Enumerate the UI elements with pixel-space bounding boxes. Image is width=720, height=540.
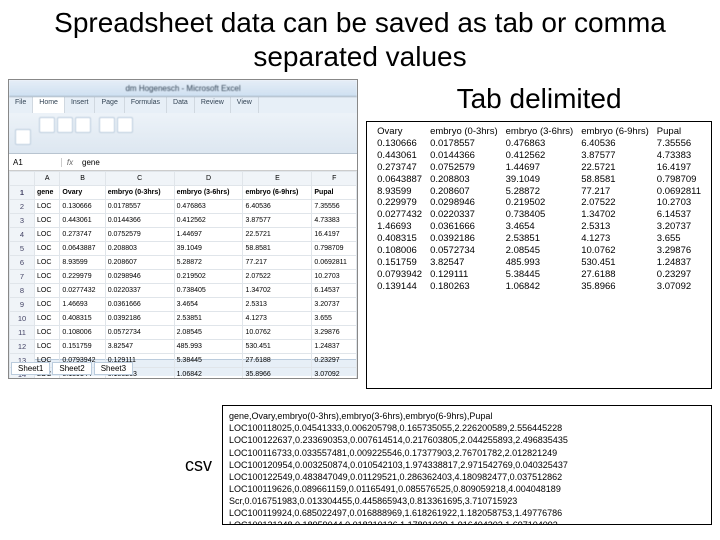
tab-delimited-label: Tab delimited: [366, 79, 712, 121]
excel-ribbon: FileHomeInsertPageFormulasDataReviewView: [9, 97, 357, 154]
sheet-tab[interactable]: Sheet3: [94, 362, 133, 375]
spreadsheet-grid[interactable]: ABCDEF1geneOvaryembryo (0-3hrs)embryo (3…: [9, 171, 357, 359]
ribbon-tab[interactable]: Home: [33, 97, 65, 113]
slide-title: Spreadsheet data can be saved as tab or …: [8, 4, 712, 79]
csv-line: LOC100122549,0.483847049,0.01129521,0.28…: [229, 471, 705, 483]
ribbon-tab[interactable]: Review: [195, 97, 231, 113]
ribbon-tab[interactable]: Page: [95, 97, 124, 113]
ribbon-tab[interactable]: File: [9, 97, 33, 113]
csv-line: LOC100119626,0.089661159,0.01165491,0.08…: [229, 483, 705, 495]
csv-label: csv: [8, 455, 216, 476]
csv-box: gene,Ovary,embryo(0-3hrs),embryo(3-6hrs)…: [222, 405, 712, 525]
paste-icon[interactable]: [15, 129, 31, 145]
bold-icon[interactable]: [39, 117, 55, 133]
csv-line: Scr,0.016751983,0.013304455,0.445865943,…: [229, 495, 705, 507]
csv-line: LOC100116733,0.033557481,0.009225546,0.1…: [229, 447, 705, 459]
sort-icon[interactable]: [99, 117, 115, 133]
csv-line: gene,Ovary,embryo(0-3hrs),embryo(3-6hrs)…: [229, 410, 705, 422]
ribbon-tab[interactable]: Insert: [65, 97, 96, 113]
excel-window: dm Hogenesch - Microsoft Excel FileHomeI…: [8, 79, 358, 379]
underline-icon[interactable]: [75, 117, 91, 133]
sum-icon[interactable]: [117, 117, 133, 133]
ribbon-tab[interactable]: View: [231, 97, 259, 113]
italic-icon[interactable]: [57, 117, 73, 133]
csv-line: LOC100118025,0.04541333,0.006205798,0.16…: [229, 422, 705, 434]
excel-titlebar: dm Hogenesch - Microsoft Excel: [9, 80, 357, 97]
tab-delimited-box: Ovaryembryo (0-3hrs)embryo (3-6hrs)embry…: [366, 121, 712, 389]
csv-line: LOC100119924,0.685022497,0.016888969,1.6…: [229, 507, 705, 519]
csv-line: LOC100122637,0.233690353,0.007614514,0.2…: [229, 434, 705, 446]
csv-line: LOC100120954,0.003250874,0.010542103,1.9…: [229, 459, 705, 471]
ribbon-tab[interactable]: Data: [167, 97, 195, 113]
csv-line: LOC100121348,0.18959044,0.018210136,1.17…: [229, 519, 705, 525]
sheet-tab[interactable]: Sheet2: [52, 362, 91, 375]
ribbon-tab[interactable]: Formulas: [125, 97, 167, 113]
sheet-tab[interactable]: Sheet1: [11, 362, 50, 375]
